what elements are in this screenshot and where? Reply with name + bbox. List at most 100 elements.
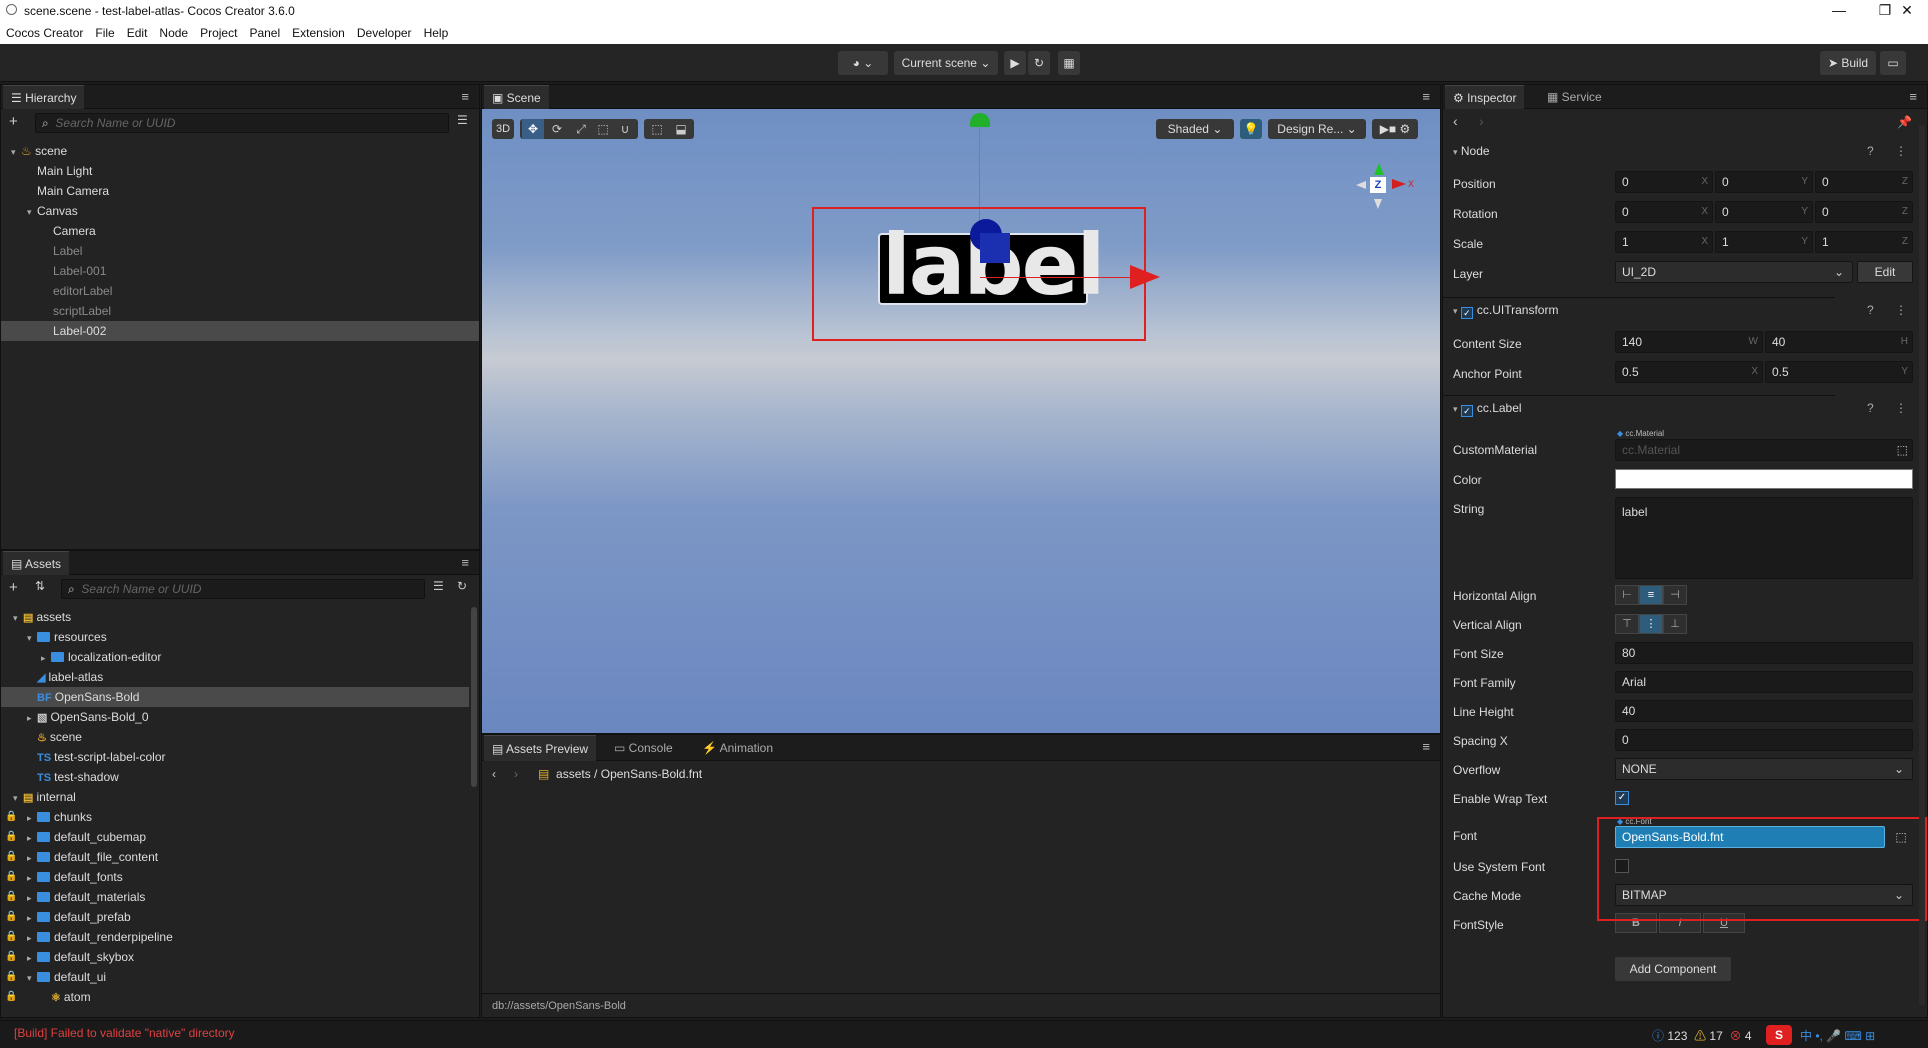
asset-item[interactable]: ▾ ▤ assets xyxy=(1,607,469,627)
asset-item[interactable]: ◢ label-atlas xyxy=(1,667,469,687)
chevron-icon[interactable]: ▸ xyxy=(41,648,51,668)
hierarchy-menu-icon[interactable]: ≡ xyxy=(461,89,469,104)
hierarchy-node[interactable]: ▾ Canvas xyxy=(1,201,479,221)
rotation-z-field[interactable]: 0Z xyxy=(1815,201,1913,223)
custom-material-field[interactable]: cc.Material ⬚ xyxy=(1615,439,1913,461)
shading-select[interactable]: Shaded ⌄ xyxy=(1156,119,1234,139)
move-tool-icon[interactable]: ✥ xyxy=(522,119,544,139)
scene-menu-icon[interactable]: ≡ xyxy=(1422,89,1430,104)
position-z-field[interactable]: 0Z xyxy=(1815,171,1913,193)
asset-item[interactable]: ▾ resources xyxy=(1,627,469,647)
asset-item[interactable]: 🔒 ▾ default_ui xyxy=(1,967,469,987)
align-left-icon[interactable]: ⊢ xyxy=(1615,585,1639,605)
chevron-icon[interactable]: ▸ xyxy=(27,808,37,828)
orientation-gizmo[interactable]: X Z xyxy=(1348,159,1414,219)
label-section-header[interactable]: ▾ ✓ cc.Label ? ⋮ xyxy=(1443,395,1907,419)
back-icon[interactable]: ‹ xyxy=(492,767,496,781)
inspector-forward-icon[interactable]: › xyxy=(1479,113,1484,129)
position-x-field[interactable]: 0X xyxy=(1615,171,1713,193)
hierarchy-node[interactable]: ▾ ♨ scene xyxy=(1,141,479,161)
scene-camera-settings[interactable]: ▶■ ⚙ xyxy=(1372,119,1418,139)
asset-item[interactable]: TS test-script-label-color xyxy=(1,747,469,767)
status-error-message[interactable]: [Build] Failed to validate "native" dire… xyxy=(14,1026,235,1040)
asset-item[interactable]: 🔒 ▸ default_skybox xyxy=(1,947,469,967)
list-view-icon[interactable]: ☰ xyxy=(457,113,468,127)
material-picker-icon[interactable]: ⬚ xyxy=(1897,440,1908,460)
chevron-icon[interactable]: ▸ xyxy=(27,828,37,848)
scale-tool-icon[interactable]: ⤢ xyxy=(570,119,592,139)
assets-refresh-icon[interactable]: ↻ xyxy=(457,579,467,593)
tab-inspector[interactable]: ⚙ Inspector xyxy=(1445,85,1525,109)
scale-x-field[interactable]: 1X xyxy=(1615,231,1713,253)
tab-assets[interactable]: ▤ Assets xyxy=(3,551,70,575)
label-help-icon[interactable]: ? xyxy=(1867,396,1874,420)
line-height-field[interactable]: 40 xyxy=(1615,700,1913,722)
overflow-select[interactable]: NONE ⌄ xyxy=(1615,758,1913,780)
help-icon[interactable]: ? xyxy=(1867,139,1874,163)
platform-select[interactable]: ◕ ⌄ xyxy=(838,51,888,75)
tab-service[interactable]: ▦ Service xyxy=(1539,85,1610,109)
layer-select[interactable]: UI_2D ⌄ xyxy=(1615,261,1853,283)
open-folder-icon[interactable]: ▭ xyxy=(1880,51,1906,75)
chevron-icon[interactable]: ▸ xyxy=(27,868,37,888)
font-size-field[interactable]: 80 xyxy=(1615,642,1913,664)
lighting-icon[interactable]: 💡 xyxy=(1240,119,1262,139)
content-height-field[interactable]: 40 H xyxy=(1765,331,1913,353)
align-middle-icon[interactable]: ⋮ xyxy=(1639,614,1663,634)
hierarchy-node[interactable]: Main Light xyxy=(1,161,479,181)
uitransform-section-header[interactable]: ▾ ✓ cc.UITransform ? ⋮ xyxy=(1443,297,1907,321)
hierarchy-node[interactable]: Main Camera xyxy=(1,181,479,201)
breadcrumb-root[interactable]: assets xyxy=(556,767,591,781)
assets-scrollbar[interactable] xyxy=(471,607,477,787)
tab-console[interactable]: ▭ Console xyxy=(606,735,681,761)
preview-menu-icon[interactable]: ≡ xyxy=(1422,739,1430,754)
asset-item[interactable]: ▸ localization-editor xyxy=(1,647,469,667)
asset-item[interactable]: ▸ ▧ OpenSans-Bold_0 xyxy=(1,707,469,727)
asset-item[interactable]: 🔒 ▸ chunks xyxy=(1,807,469,827)
label-more-icon[interactable]: ⋮ xyxy=(1895,396,1907,420)
assets-search-input[interactable]: ⌕ Search Name or UUID xyxy=(61,579,425,599)
layer-edit-button[interactable]: Edit xyxy=(1857,261,1913,283)
uitransform-help-icon[interactable]: ? xyxy=(1867,298,1874,322)
uitransform-enabled-checkbox[interactable]: ✓ xyxy=(1460,307,1473,319)
hierarchy-node[interactable]: Label-002 xyxy=(1,321,479,341)
menu-item-help[interactable]: Help xyxy=(418,22,455,40)
asset-item[interactable]: 🔒 ▸ default_prefab xyxy=(1,907,469,927)
more-icon[interactable]: ⋮ xyxy=(1895,139,1907,163)
tab-assets-preview[interactable]: ▤ Assets Preview xyxy=(484,735,597,761)
sort-icon[interactable]: ⇅ xyxy=(35,579,45,593)
uitransform-more-icon[interactable]: ⋮ xyxy=(1895,298,1907,322)
chevron-down-icon[interactable]: ▾ xyxy=(27,202,37,222)
add-component-button[interactable]: Add Component xyxy=(1615,957,1731,981)
snap-tool-icon[interactable]: ∪ xyxy=(614,119,636,139)
menu-item-node[interactable]: Node xyxy=(153,22,194,40)
asset-item[interactable]: TS test-shadow xyxy=(1,767,469,787)
position-y-field[interactable]: 0Y xyxy=(1715,171,1813,193)
tab-hierarchy[interactable]: ☰ Hierarchy xyxy=(3,85,85,109)
scene-select[interactable]: Current scene ⌄ xyxy=(894,51,998,75)
rect-tool-icon[interactable]: ⬚ xyxy=(592,119,614,139)
pin-icon[interactable]: 📌 xyxy=(1897,115,1912,129)
asset-item[interactable]: 🔒 ▸ default_fonts xyxy=(1,867,469,887)
minimize-icon[interactable]: — xyxy=(1816,0,1862,22)
content-width-field[interactable]: 140 W xyxy=(1615,331,1763,353)
align-right-icon[interactable]: ⊣ xyxy=(1663,585,1687,605)
toggle-3d-button[interactable]: 3D xyxy=(492,119,514,139)
hierarchy-node[interactable]: Label-001 xyxy=(1,261,479,281)
rotation-y-field[interactable]: 0Y xyxy=(1715,201,1813,223)
scene-viewport[interactable]: 3D ✥ ⟳ ⤢ ⬚ ∪ ⬚ ⬓ Shaded ⌄ 💡 Design Re...… xyxy=(482,109,1440,733)
pivot-icon[interactable]: ⬚ xyxy=(646,119,668,139)
chevron-icon[interactable]: ▸ xyxy=(27,848,37,868)
tab-scene[interactable]: ▣ Scene xyxy=(484,85,549,109)
chevron-icon[interactable]: ▾ xyxy=(27,968,37,988)
menu-item-file[interactable]: File xyxy=(89,22,120,40)
add-node-icon[interactable]: + xyxy=(9,113,18,130)
asset-item[interactable]: ▾ ▤ internal xyxy=(1,787,469,807)
inspector-menu-icon[interactable]: ≡ xyxy=(1909,89,1917,104)
info-count[interactable]: 123 xyxy=(1667,1029,1687,1043)
align-center-icon[interactable]: ≡ xyxy=(1639,585,1663,605)
string-textarea[interactable]: label xyxy=(1615,497,1913,579)
assets-list-view-icon[interactable]: ☰ xyxy=(433,579,444,593)
font-family-field[interactable]: Arial xyxy=(1615,671,1913,693)
align-bottom-icon[interactable]: ⊥ xyxy=(1663,614,1687,634)
